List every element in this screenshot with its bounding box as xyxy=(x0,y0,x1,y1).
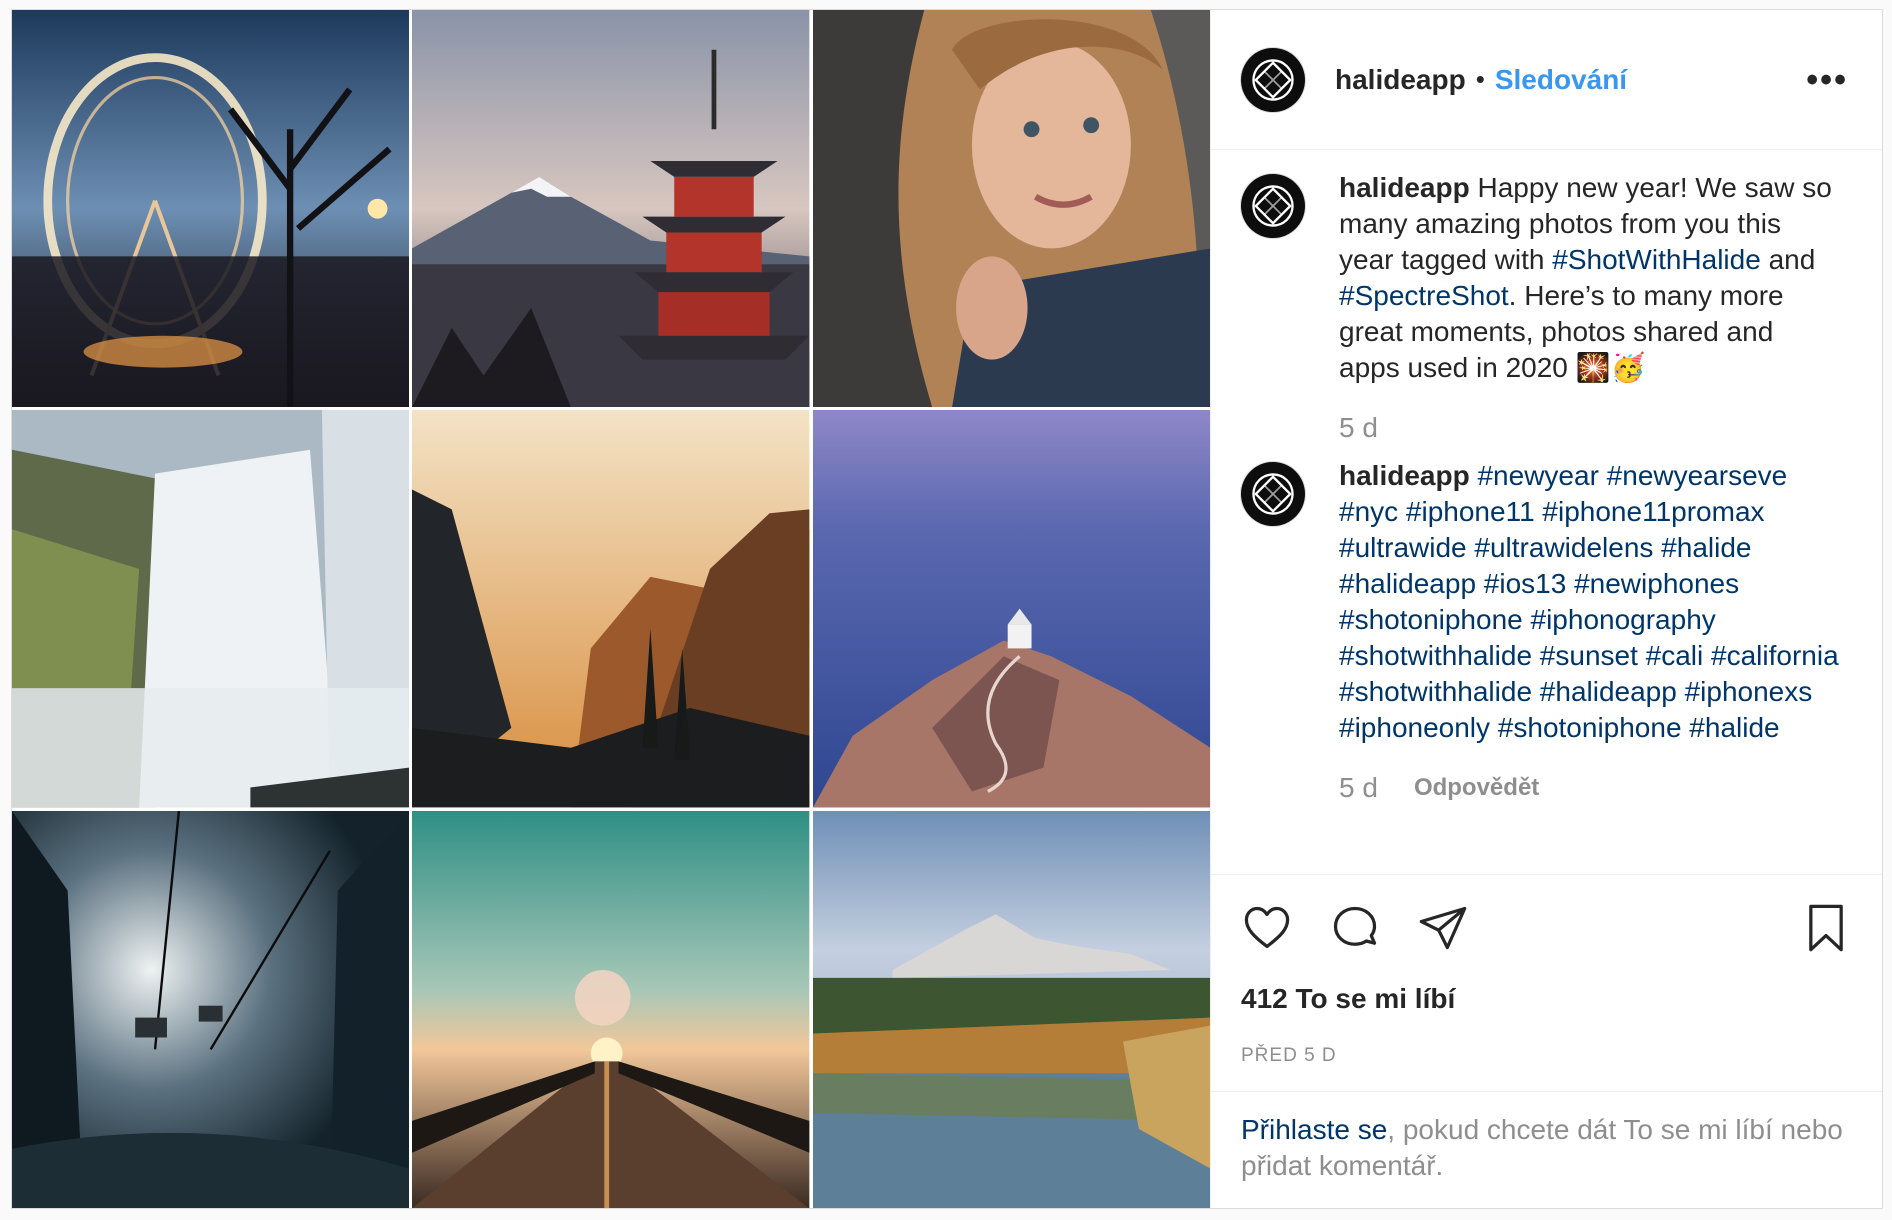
photo-misty-chairlift xyxy=(12,810,410,1208)
photo-grid[interactable] xyxy=(12,10,1210,1208)
header-username[interactable]: halideapp xyxy=(1335,64,1466,96)
hashtag-link[interactable]: #ShotWithHalide xyxy=(1552,244,1761,275)
photo-waterfall xyxy=(12,410,410,808)
follow-button[interactable]: Sledování xyxy=(1495,64,1627,96)
login-prompt: Přihlaste se, pokud chcete dát To se mi … xyxy=(1211,1091,1882,1208)
caption-comment: halideapp Happy new year! We saw so many… xyxy=(1241,170,1852,444)
photo-pagoda-fuji xyxy=(412,10,810,408)
post-actions-section: 412 To se mi líbí PŘED 5 D xyxy=(1211,874,1882,1067)
comment-time[interactable]: 5 d xyxy=(1339,412,1378,444)
instagram-post: halideapp • Sledování ••• halideapp Happ… xyxy=(11,9,1883,1209)
halide-logo-icon xyxy=(1252,58,1294,101)
photo-coastal-chapel xyxy=(812,410,1210,808)
comment-icon[interactable] xyxy=(1329,902,1381,954)
likes-count[interactable]: 412 To se mi líbí xyxy=(1241,983,1852,1015)
post-details-panel: halideapp • Sledování ••• halideapp Happ… xyxy=(1210,10,1882,1208)
photo-portrait-woman xyxy=(812,10,1210,408)
avatar[interactable] xyxy=(1241,462,1305,526)
comment-meta: 5 d Odpovědět xyxy=(1339,772,1839,804)
more-options-icon[interactable]: ••• xyxy=(1806,63,1848,97)
comments-list: halideapp Happy new year! We saw so many… xyxy=(1211,150,1882,874)
comment-username[interactable]: halideapp xyxy=(1339,172,1470,203)
photo-alpine-lake xyxy=(812,810,1210,1208)
heart-icon[interactable] xyxy=(1241,902,1293,954)
login-link[interactable]: Přihlaste se xyxy=(1241,1114,1387,1145)
photo-ferris-wheel xyxy=(12,10,410,408)
post-timestamp[interactable]: PŘED 5 D xyxy=(1241,1045,1852,1067)
post-header: halideapp • Sledování ••• xyxy=(1211,10,1882,150)
photo-pier-sunset xyxy=(412,810,810,1208)
bookmark-icon[interactable] xyxy=(1800,902,1852,954)
action-bar xyxy=(1241,897,1852,959)
hashtag-link[interactable]: #SpectreShot xyxy=(1339,280,1509,311)
comment-meta: 5 d xyxy=(1339,412,1839,444)
comment-text: halideapp #newyear #newyearseve #nyc #ip… xyxy=(1339,458,1839,746)
avatar[interactable] xyxy=(1241,47,1305,112)
comment-text-part: and xyxy=(1760,244,1816,275)
halide-logo-icon xyxy=(1252,185,1294,227)
avatar[interactable] xyxy=(1241,174,1305,238)
separator-dot: • xyxy=(1475,64,1485,94)
comment-text: halideapp Happy new year! We saw so many… xyxy=(1339,170,1839,386)
comment-username[interactable]: halideapp xyxy=(1339,460,1470,491)
hashtag-comment: halideapp #newyear #newyearseve #nyc #ip… xyxy=(1241,458,1852,804)
photo-golden-valley xyxy=(412,410,810,808)
comment-time[interactable]: 5 d xyxy=(1339,772,1378,804)
share-icon[interactable] xyxy=(1417,902,1469,954)
hashtag-list[interactable]: #newyear #newyearseve #nyc #iphone11 #ip… xyxy=(1339,460,1839,743)
reply-button[interactable]: Odpovědět xyxy=(1414,774,1539,802)
halide-logo-icon xyxy=(1252,473,1294,515)
